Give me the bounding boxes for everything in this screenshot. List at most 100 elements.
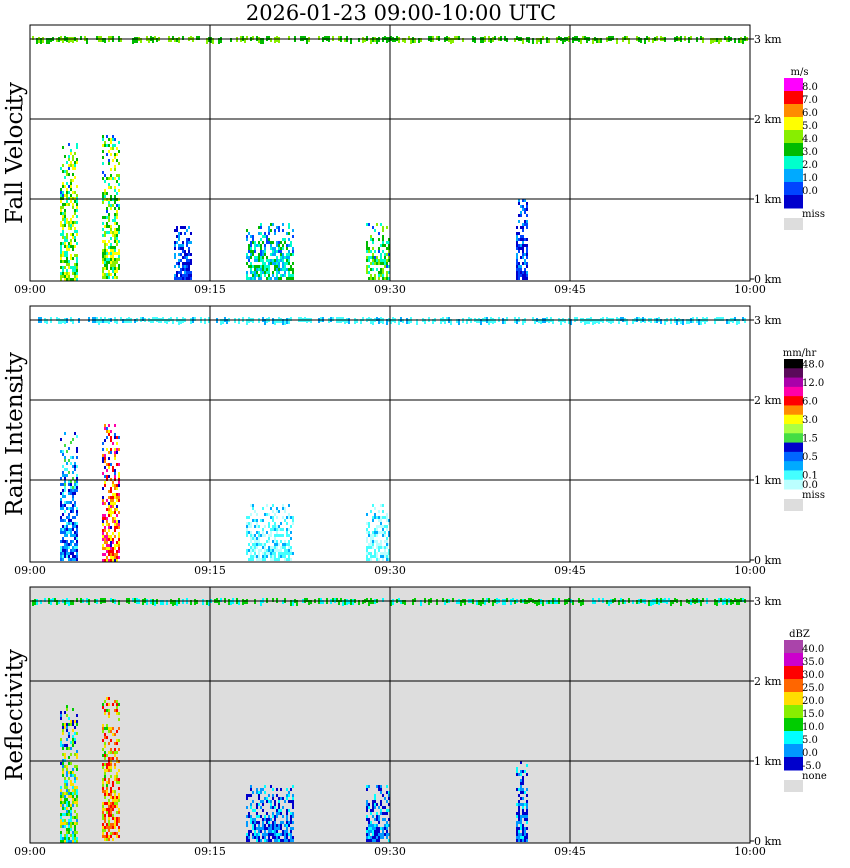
echo-cell — [374, 833, 376, 836]
echo-cell — [70, 753, 72, 756]
echo-cell — [70, 834, 72, 837]
colorbar: dBZ40.035.030.025.020.015.010.05.00.0-5.… — [784, 629, 827, 792]
echo-cell — [738, 599, 740, 605]
echo-cell — [188, 265, 190, 268]
echo-cell — [288, 546, 290, 549]
echo-cell — [114, 733, 116, 736]
echo-cell — [110, 802, 112, 805]
echo-cell — [378, 830, 380, 833]
echo-cell — [70, 741, 72, 744]
echo-cell — [270, 244, 272, 247]
echo-cell — [102, 778, 104, 781]
echo-cell — [282, 546, 284, 549]
echo-cell — [62, 489, 64, 492]
echo-cell — [114, 144, 116, 147]
echo-cell — [116, 520, 118, 523]
echo-cell — [112, 442, 114, 445]
echo-cell — [76, 242, 78, 245]
echo-cell — [254, 537, 256, 540]
echo-cell — [74, 555, 76, 558]
echo-cell — [60, 552, 62, 555]
echo-cell — [104, 424, 106, 427]
echo-cell — [178, 37, 180, 43]
echo-cell — [64, 510, 66, 513]
echo-cell — [272, 836, 274, 839]
echo-cell — [288, 516, 290, 519]
echo-cell — [74, 167, 76, 170]
echo-cell — [70, 179, 72, 182]
echo-cell — [66, 233, 68, 236]
echo-cell — [174, 265, 176, 268]
echo-cell — [104, 553, 106, 556]
echo-cell — [66, 792, 68, 795]
echo-cell — [250, 549, 252, 552]
echo-cell — [518, 788, 520, 791]
echo-cell — [258, 241, 260, 244]
echo-cell — [114, 832, 116, 835]
echo-cell — [76, 753, 78, 756]
echo-cell — [288, 232, 290, 235]
echo-cell — [60, 501, 62, 504]
echo-cell — [730, 599, 732, 605]
echo-cell — [266, 821, 268, 824]
echo-cell — [286, 253, 288, 256]
echo-cell — [282, 504, 284, 507]
echo-cell — [368, 250, 370, 253]
echo-cell — [88, 599, 90, 605]
echo-cell — [256, 271, 258, 274]
echo-cell — [60, 837, 62, 840]
echo-cell — [270, 549, 272, 552]
echo-cell — [60, 816, 62, 819]
echo-cell — [114, 168, 116, 171]
echo-cell — [176, 271, 178, 274]
echo-cell — [102, 252, 104, 255]
echo-cell — [266, 818, 268, 821]
echo-cell — [262, 546, 264, 549]
echo-cell — [66, 245, 68, 248]
echo-cell — [66, 837, 68, 840]
echo-cell — [60, 438, 62, 441]
echo-cell — [60, 483, 62, 486]
echo-cell — [108, 457, 110, 460]
echo-cell — [368, 247, 370, 250]
echo-cell — [70, 221, 72, 224]
echo-cell — [522, 250, 524, 253]
echo-cell — [106, 427, 108, 430]
echo-cell — [256, 519, 258, 522]
echo-cell — [276, 262, 278, 265]
echo-cell — [704, 318, 706, 324]
echo-cell — [76, 795, 78, 798]
echo-cell — [524, 818, 526, 821]
echo-cell — [520, 265, 522, 268]
echo-cell — [520, 782, 522, 785]
echo-cell — [374, 800, 376, 803]
echo-cell — [38, 37, 40, 43]
echo-cell — [538, 599, 540, 605]
echo-cell — [248, 247, 250, 250]
echo-cell — [118, 463, 120, 466]
echo-cell — [60, 813, 62, 816]
echo-cell — [274, 543, 276, 546]
echo-cell — [114, 754, 116, 757]
echo-cell — [286, 256, 288, 259]
echo-cell — [114, 165, 116, 168]
echo-cell — [286, 815, 288, 818]
echo-cell — [522, 839, 524, 842]
echo-cell — [110, 439, 112, 442]
echo-cell — [76, 813, 78, 816]
echo-cell — [290, 827, 292, 830]
echo-cell — [72, 203, 74, 206]
echo-cell — [278, 226, 280, 229]
echo-cell — [290, 546, 292, 549]
echo-cell — [108, 697, 110, 700]
echo-cell — [64, 266, 66, 269]
echo-cell — [114, 207, 116, 210]
echo-cell — [380, 522, 382, 525]
echo-cell — [266, 256, 268, 259]
colorbar-missing-swatch — [784, 780, 803, 792]
echo-cell — [374, 827, 376, 830]
echo-cell — [114, 484, 116, 487]
echo-cell — [66, 723, 68, 726]
echo-cell — [106, 210, 108, 213]
echo-cell — [70, 492, 72, 495]
